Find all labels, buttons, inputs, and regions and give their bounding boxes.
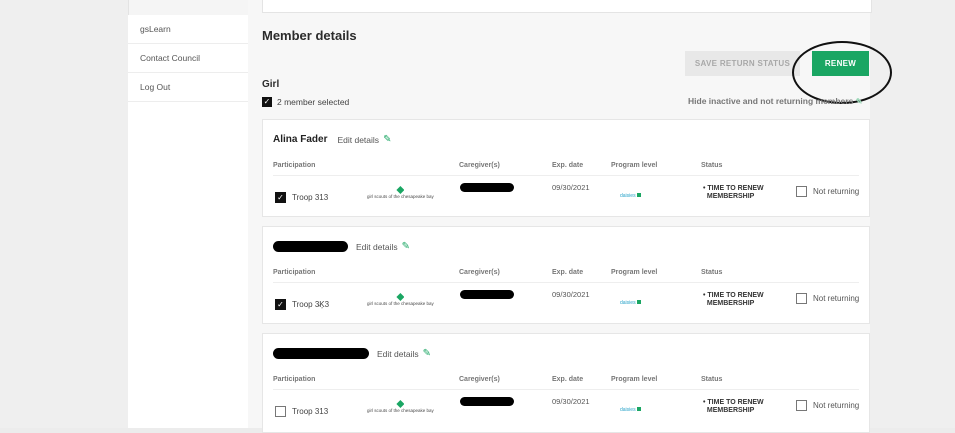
edit-details-link[interactable]: Edit details <box>377 349 419 359</box>
group-label: Girl <box>262 79 280 90</box>
pencil-icon[interactable]: ✎ <box>402 241 410 252</box>
renew-button[interactable]: RENEW <box>812 51 869 76</box>
member-header: Alina Fader Edit details ✎ <box>273 134 391 145</box>
member-card: Alina Fader Edit details ✎ Participation… <box>262 119 870 217</box>
not-returning-label: Not returning <box>813 187 860 196</box>
hide-inactive-text: Hide inactive and not returning members <box>688 96 854 106</box>
column-exp-date: Exp. date <box>552 269 584 276</box>
column-status: Status <box>701 162 723 169</box>
program-level: daisies <box>620 193 641 199</box>
member-header: Edit details ✎ <box>273 348 431 359</box>
column-program-level: Program level <box>611 269 658 276</box>
status-badge: • TIME TO RENEW MEMBERSHIP <box>703 185 764 201</box>
program-level: daisies <box>620 407 641 413</box>
sidebar-item-contact-council[interactable]: Contact Council <box>128 44 248 73</box>
page-title: Member details <box>262 28 357 43</box>
left-gutter <box>0 0 129 428</box>
column-caregivers: Caregiver(s) <box>459 162 500 169</box>
select-all-checkbox[interactable]: ✓ <box>262 97 272 107</box>
status-badge: • TIME TO RENEW MEMBERSHIP <box>703 399 764 415</box>
edit-details-link[interactable]: Edit details <box>356 242 398 252</box>
save-return-status-button[interactable]: SAVE RETURN STATUS <box>685 51 800 76</box>
toggle-icon: ✎ <box>855 97 863 106</box>
troop-checkbox[interactable]: ✓ <box>275 299 286 310</box>
column-participation: Participation <box>273 376 316 383</box>
sidebar: gsLearn Contact Council Log Out <box>128 15 249 428</box>
troop-label: Troop 313 <box>292 193 329 202</box>
not-returning-label: Not returning <box>813 294 860 303</box>
council-logo: girl scouts of the chesapeake bay <box>367 400 434 414</box>
sidebar-item-label: gsLearn <box>140 24 171 34</box>
exp-date: 09/30/2021 <box>552 397 590 406</box>
column-program-level: Program level <box>611 376 658 383</box>
exp-date: 09/30/2021 <box>552 290 590 299</box>
council-logo: girl scouts of the chesapeake bay <box>367 293 434 307</box>
edit-details-link[interactable]: Edit details <box>337 135 379 145</box>
right-gutter <box>869 0 955 428</box>
pencil-icon[interactable]: ✎ <box>383 134 391 145</box>
exp-date: 09/30/2021 <box>552 183 590 192</box>
column-status: Status <box>701 269 723 276</box>
pencil-icon[interactable]: ✎ <box>423 348 431 359</box>
caregiver-redacted <box>460 183 514 192</box>
member-name: Alina Fader <box>273 134 328 145</box>
not-returning-option[interactable]: Not returning <box>796 186 859 197</box>
troop-checkbox[interactable] <box>275 406 286 417</box>
row-divider <box>273 282 859 283</box>
caregiver-redacted <box>460 290 514 299</box>
row-divider <box>273 175 859 176</box>
row-divider <box>273 389 859 390</box>
member-name-redacted <box>273 348 369 359</box>
not-returning-option[interactable]: Not returning <box>796 400 859 411</box>
member-card: Edit details ✎ Participation Caregiver(s… <box>262 226 870 324</box>
program-level: daisies <box>620 300 641 306</box>
selection-summary: ✓ 2 member selected <box>262 97 349 107</box>
member-card: Edit details ✎ Participation Caregiver(s… <box>262 333 870 433</box>
caregiver-redacted <box>460 397 514 406</box>
column-status: Status <box>701 376 723 383</box>
troop-label: Troop 3̵Ķ3 <box>292 300 330 309</box>
selection-text: 2 member selected <box>277 97 350 107</box>
sidebar-item-gslearn[interactable]: gsLearn <box>128 15 248 44</box>
column-caregivers: Caregiver(s) <box>459 269 500 276</box>
column-exp-date: Exp. date <box>552 162 584 169</box>
column-exp-date: Exp. date <box>552 376 584 383</box>
top-card-edge <box>262 0 872 13</box>
sidebar-item-label: Contact Council <box>140 53 201 63</box>
screen: gsLearn Contact Council Log Out Member d… <box>0 0 955 433</box>
not-returning-option[interactable]: Not returning <box>796 293 859 304</box>
not-returning-checkbox[interactable] <box>796 400 807 411</box>
not-returning-label: Not returning <box>813 401 860 410</box>
column-participation: Participation <box>273 162 316 169</box>
column-program-level: Program level <box>611 162 658 169</box>
not-returning-checkbox[interactable] <box>796 293 807 304</box>
troop-label: Troop 313 <box>292 407 329 416</box>
member-name-redacted <box>273 241 348 252</box>
column-participation: Participation <box>273 269 316 276</box>
column-caregivers: Caregiver(s) <box>459 376 500 383</box>
status-badge: • TIME TO RENEW MEMBERSHIP <box>703 292 764 308</box>
council-logo: girl scouts of the chesapeake bay <box>367 186 434 200</box>
troop-checkbox[interactable]: ✓ <box>275 192 286 203</box>
sidebar-item-label: Log Out <box>140 82 171 92</box>
sidebar-item-log-out[interactable]: Log Out <box>128 73 248 102</box>
not-returning-checkbox[interactable] <box>796 186 807 197</box>
main-content: Member details SAVE RETURN STATUS RENEW … <box>248 0 892 433</box>
hide-inactive-toggle[interactable]: Hide inactive and not returning members … <box>688 96 862 106</box>
member-header: Edit details ✎ <box>273 241 410 252</box>
